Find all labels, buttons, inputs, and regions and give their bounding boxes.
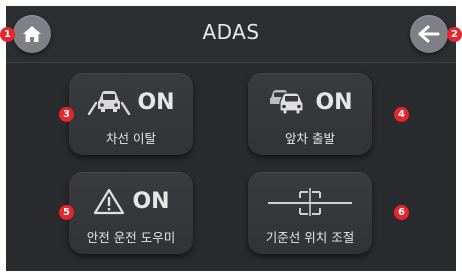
annotation-marker-4: 4 xyxy=(394,107,409,122)
annotation-marker-5: 5 xyxy=(59,205,74,220)
lane-departure-tile[interactable]: ON 차선 이탈 xyxy=(69,73,193,155)
front-car-departure-tile[interactable]: ON 앞차 출발 xyxy=(248,73,372,155)
front-car-departure-label: 앞차 출발 xyxy=(285,131,335,146)
tile-top-row: ON xyxy=(69,186,193,216)
tile-top-row: ON xyxy=(248,87,372,117)
arrow-left-icon xyxy=(418,25,440,43)
annotation-marker-2: 2 xyxy=(447,27,462,42)
back-button[interactable] xyxy=(410,15,448,53)
tile-top-row: ON xyxy=(69,87,193,117)
safe-driving-assistant-tile[interactable]: ON 안전 운전 도우미 xyxy=(69,172,193,254)
annotation-marker-1: 1 xyxy=(0,27,15,42)
header-bar: ADAS xyxy=(6,6,456,63)
baseline-adjust-tile[interactable]: 기준선 위치 조절 xyxy=(248,172,372,254)
baseline-adjust-icon xyxy=(260,186,360,216)
adas-panel: ADAS ON 차선 이탈 ON 앞차 출발 ON 안전 운전 도우미 기준선 … xyxy=(6,6,456,271)
lane-departure-car-icon xyxy=(87,89,131,115)
tile-top-row xyxy=(248,186,372,216)
baseline-adjust-label: 기준선 위치 조절 xyxy=(265,230,355,245)
annotation-marker-3: 3 xyxy=(59,107,74,122)
front-car-departure-status: ON xyxy=(315,89,353,115)
lane-departure-status: ON xyxy=(137,89,175,115)
page-title: ADAS xyxy=(202,20,260,44)
screen: ADAS ON 차선 이탈 ON 앞차 출발 ON 안전 운전 도우미 기준선 … xyxy=(0,0,462,277)
safe-driving-assistant-label: 안전 운전 도우미 xyxy=(86,230,176,245)
warning-triangle-icon xyxy=(92,187,126,215)
safe-driving-assistant-status: ON xyxy=(132,188,170,214)
annotation-marker-6: 6 xyxy=(394,205,409,220)
lane-departure-label: 차선 이탈 xyxy=(106,131,156,146)
front-car-departure-icon xyxy=(267,88,309,116)
